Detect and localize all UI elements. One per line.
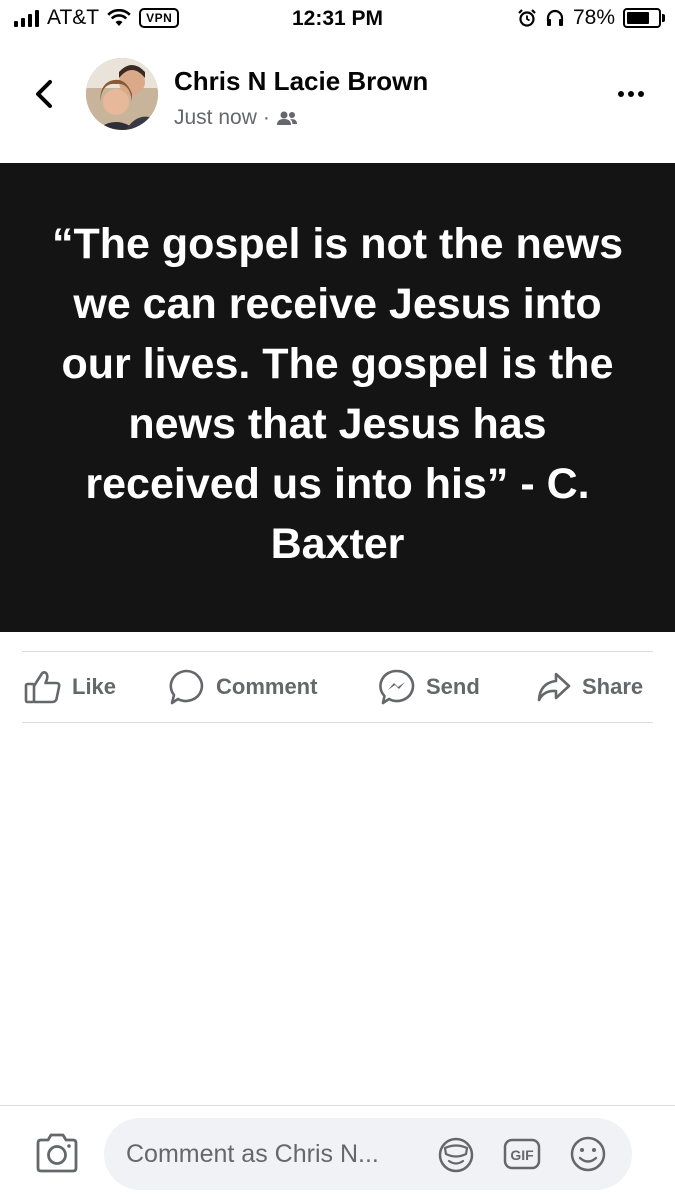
chevron-left-icon	[36, 80, 52, 108]
comment-input[interactable]: Comment as Chris N... GIF	[104, 1118, 632, 1190]
more-options-button[interactable]	[611, 82, 651, 106]
alarm-icon	[518, 9, 536, 27]
like-button[interactable]: Like	[24, 666, 116, 708]
post-header: Chris N Lacie Brown Just now ·	[0, 50, 675, 160]
gif-icon[interactable]: GIF	[502, 1134, 542, 1174]
timestamp: Just now	[174, 106, 257, 129]
comment-button[interactable]: Comment	[168, 666, 317, 708]
meta-separator: ·	[262, 106, 270, 129]
thumbs-up-icon	[24, 671, 61, 704]
comment-label: Comment	[216, 674, 318, 699]
comment-icon	[169, 669, 204, 705]
send-button[interactable]: Send	[378, 666, 480, 708]
author-name[interactable]: Chris N Lacie Brown	[174, 66, 428, 97]
sticker-icon[interactable]	[436, 1134, 476, 1174]
messenger-icon	[379, 669, 415, 705]
svg-text:GIF: GIF	[510, 1147, 534, 1163]
post-meta: Just now ·	[174, 106, 298, 130]
quote-text: “The gospel is not the news we can recei…	[51, 219, 623, 568]
like-label: Like	[72, 674, 117, 699]
avatar[interactable]	[86, 58, 158, 130]
avatar-photo	[86, 58, 158, 130]
share-arrow-icon	[537, 672, 571, 702]
send-label: Send	[426, 674, 480, 699]
divider-bottom	[22, 722, 653, 723]
camera-icon	[36, 1133, 78, 1173]
emoji-icon[interactable]	[568, 1134, 608, 1174]
status-bar: AT&T VPN 12:31 PM 78%	[0, 0, 675, 40]
comment-placeholder: Comment as Chris N...	[126, 1140, 379, 1168]
back-button[interactable]	[24, 74, 64, 114]
battery-icon	[623, 8, 665, 28]
comment-composer: Comment as Chris N... GIF	[0, 1105, 675, 1201]
share-label: Share	[582, 674, 644, 699]
status-right: 78%	[517, 6, 665, 30]
headphones-icon	[546, 9, 564, 26]
camera-button[interactable]	[34, 1132, 80, 1174]
battery-percent: 78%	[572, 6, 615, 29]
post-image[interactable]: “The gospel is not the news we can recei…	[0, 163, 675, 632]
friends-icon	[276, 111, 297, 125]
action-bar: Like Comment Send Share	[0, 652, 675, 722]
share-button[interactable]: Share	[536, 666, 643, 708]
